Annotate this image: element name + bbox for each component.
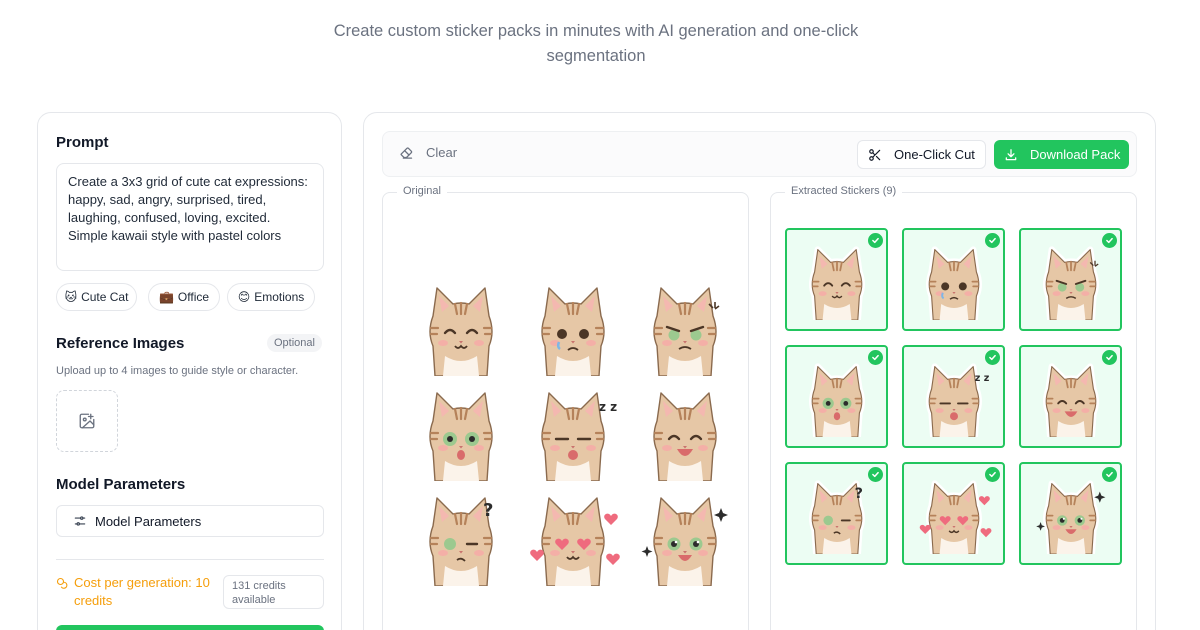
cost-text: Cost per generation: 10 credits — [74, 575, 210, 608]
original-image-panel: Original z z ? — [382, 185, 749, 630]
svg-text:z z: z z — [599, 400, 617, 414]
chip-label: Emotions — [254, 290, 305, 304]
settings-panel: Prompt Create a 3x3 grid of cute cat exp… — [37, 112, 342, 630]
sticker-tired: z z — [517, 378, 629, 483]
original-sticker-sheet: z z ? — [405, 273, 739, 588]
model-parameters-label: Model Parameters — [95, 513, 202, 529]
svg-text:?: ? — [483, 500, 493, 521]
cat-emoji-icon: 🐱 — [64, 290, 78, 304]
extracted-sticker-loving[interactable] — [902, 462, 1005, 565]
briefcase-emoji-icon: 💼 — [158, 290, 174, 304]
check-icon — [1102, 233, 1117, 248]
extracted-sticker-excited[interactable] — [1019, 462, 1122, 565]
coins-icon — [56, 577, 68, 589]
image-upload-button[interactable] — [56, 390, 118, 452]
extracted-sticker-sad[interactable] — [902, 228, 1005, 331]
credits-badge: 131 credits available — [223, 575, 324, 609]
check-icon — [1102, 350, 1117, 365]
extracted-stickers-panel: Extracted Stickers (9) z z ? — [770, 185, 1137, 630]
sticker-angry — [629, 273, 741, 378]
check-icon — [868, 350, 883, 365]
divider — [56, 559, 324, 560]
page-subtitle: Create custom sticker packs in minutes w… — [333, 22, 859, 65]
cut-label: One-Click Cut — [894, 147, 975, 162]
check-icon — [868, 467, 883, 482]
download-label: Download Pack — [1030, 147, 1121, 162]
extracted-sticker-laughing[interactable] — [1019, 345, 1122, 448]
sticker-loving — [517, 483, 629, 588]
check-icon — [868, 233, 883, 248]
sticker-excited — [629, 483, 741, 588]
extracted-sticker-happy[interactable] — [785, 228, 888, 331]
preset-chip-cute-cat[interactable]: 🐱 Cute Cat — [56, 283, 137, 311]
clear-label: Clear — [426, 145, 458, 160]
download-icon — [1005, 148, 1017, 160]
extracted-sticker-confused[interactable]: ? — [785, 462, 888, 565]
reference-hint: Upload up to 4 images to guide style or … — [56, 365, 299, 377]
extracted-label: Extracted Stickers (9) — [785, 185, 903, 197]
sticker-surprised — [405, 378, 517, 483]
preset-chip-emotions[interactable]: 😊 Emotions — [227, 283, 315, 311]
reference-title: Reference Images — [56, 335, 185, 352]
cost-info: Cost per generation: 10 credits — [56, 574, 221, 610]
check-icon — [985, 233, 1000, 248]
check-icon — [1102, 467, 1117, 482]
chip-label: Office — [177, 290, 210, 304]
sticker-laughing — [629, 378, 741, 483]
extracted-sticker-surprised[interactable] — [785, 345, 888, 448]
check-icon — [985, 350, 1000, 365]
scissors-icon — [869, 148, 881, 161]
check-icon — [985, 467, 1000, 482]
credits-available: available — [232, 594, 276, 606]
workspace-panel: Clear One-Click Cut Download Pack Origin… — [363, 112, 1156, 630]
smile-emoji-icon: 😊 — [237, 290, 251, 304]
sliders-icon — [74, 516, 86, 526]
extracted-sticker-grid: z z ? — [785, 228, 1122, 565]
svg-text:?: ? — [854, 486, 862, 502]
chip-label: Cute Cat — [81, 290, 129, 304]
image-add-icon — [79, 413, 95, 429]
sticker-happy — [405, 273, 517, 378]
model-title: Model Parameters — [56, 476, 186, 493]
prompt-title: Prompt — [56, 134, 109, 151]
svg-text:z z: z z — [974, 373, 989, 384]
preset-chip-office[interactable]: 💼 Office — [148, 283, 220, 311]
generate-button[interactable] — [56, 625, 324, 630]
sticker-confused: ? — [405, 483, 517, 588]
clear-button[interactable]: Clear — [399, 145, 457, 160]
model-parameters-button[interactable]: Model Parameters — [56, 505, 324, 537]
extracted-sticker-angry[interactable] — [1019, 228, 1122, 331]
prompt-textarea[interactable]: Create a 3x3 grid of cute cat expression… — [56, 163, 324, 271]
sticker-sad — [517, 273, 629, 378]
one-click-cut-button[interactable]: One-Click Cut — [857, 140, 986, 169]
eraser-icon — [400, 147, 413, 159]
download-pack-button[interactable]: Download Pack — [994, 140, 1129, 169]
toolbar: Clear One-Click Cut Download Pack — [382, 131, 1137, 177]
original-label: Original — [397, 185, 447, 197]
credits-count: 131 credits — [232, 580, 286, 592]
extracted-sticker-tired[interactable]: z z — [902, 345, 1005, 448]
optional-badge: Optional — [267, 334, 322, 352]
